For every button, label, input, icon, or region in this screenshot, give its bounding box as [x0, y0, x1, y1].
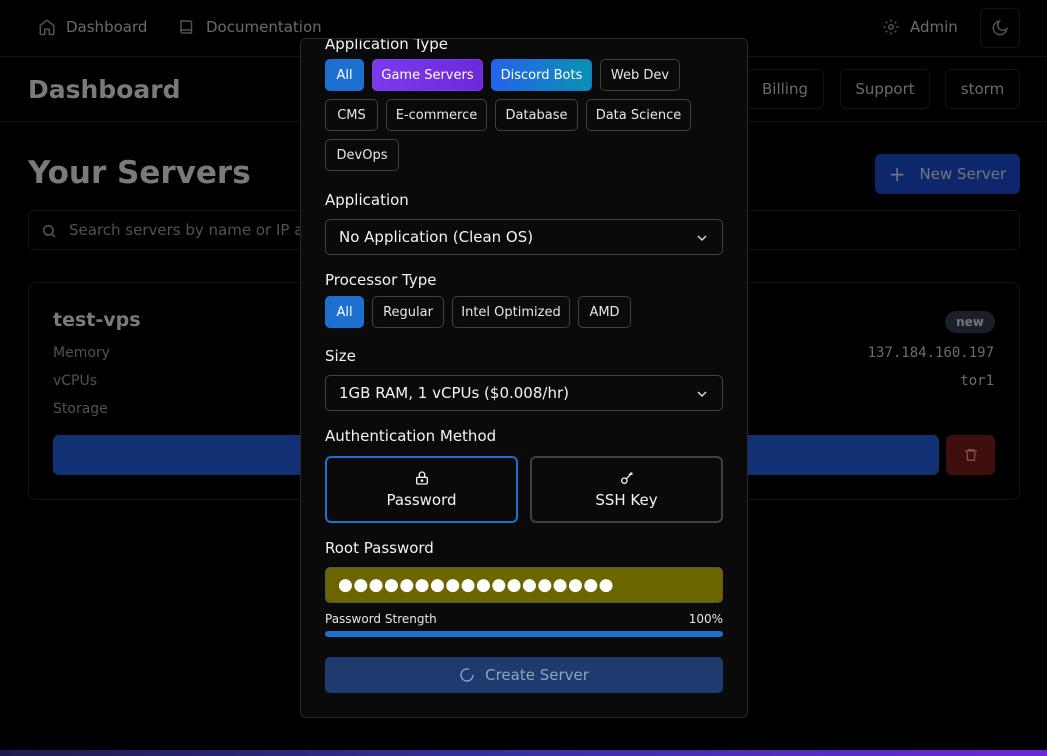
processor-regular-chip[interactable]: Regular — [372, 296, 444, 328]
authentication-method-label: Authentication Method — [325, 427, 497, 445]
app-type-web-dev-chip[interactable]: Web Dev — [600, 59, 680, 91]
auth-ssh-key-option[interactable]: SSH Key — [530, 456, 723, 523]
size-select[interactable]: 1GB RAM, 1 vCPUs ($0.008/hr) — [325, 375, 723, 411]
processor-intel-optimized-chip[interactable]: Intel Optimized — [452, 296, 570, 328]
application-label: Application — [325, 191, 409, 209]
auth-password-option[interactable]: Password — [325, 456, 518, 523]
key-icon — [620, 472, 633, 484]
app-type-devops-chip[interactable]: DevOps — [325, 139, 399, 171]
application-type-label: Application Type — [325, 38, 449, 53]
auth-ssh-key-label: SSH Key — [595, 491, 658, 509]
app-type-cms-chip[interactable]: CMS — [325, 99, 378, 131]
app-type-discord-bots-chip[interactable]: Discord Bots — [491, 59, 592, 91]
processor-amd-chip[interactable]: AMD — [578, 296, 631, 328]
password-strength-bar — [325, 631, 723, 637]
bottom-accent-bar — [0, 750, 1047, 756]
processor-type-label: Processor Type — [325, 271, 437, 289]
loading-spinner-icon — [460, 668, 474, 682]
size-label: Size — [325, 347, 356, 365]
application-select-value: No Application (Clean OS) — [339, 228, 534, 246]
create-server-label: Create Server — [485, 666, 589, 684]
password-strength-fill — [325, 631, 723, 637]
application-select[interactable]: No Application (Clean OS) — [325, 219, 723, 255]
app-type-ecommerce-chip[interactable]: E-commerce — [386, 99, 487, 131]
app-type-data-science-chip[interactable]: Data Science — [586, 99, 691, 131]
password-strength-value: 100% — [688, 612, 723, 626]
chevron-down-icon — [697, 391, 707, 398]
root-password-input[interactable]: ●●●●●●●●●●●●●●●●●● — [325, 567, 723, 603]
lock-icon — [415, 471, 428, 485]
app-type-database-chip[interactable]: Database — [495, 99, 578, 131]
app-type-all-chip[interactable]: All — [325, 59, 364, 91]
create-server-button[interactable]: Create Server — [325, 657, 723, 693]
app-type-game-servers-chip[interactable]: Game Servers — [372, 59, 483, 91]
size-select-value: 1GB RAM, 1 vCPUs ($0.008/hr) — [339, 384, 569, 402]
auth-password-label: Password — [386, 491, 457, 509]
processor-all-chip[interactable]: All — [325, 296, 364, 328]
password-strength-label: Password Strength — [325, 612, 437, 626]
root-password-label: Root Password — [325, 539, 434, 557]
chevron-down-icon — [697, 235, 707, 242]
create-server-modal: Application Type All Game Servers Discor… — [300, 38, 748, 718]
